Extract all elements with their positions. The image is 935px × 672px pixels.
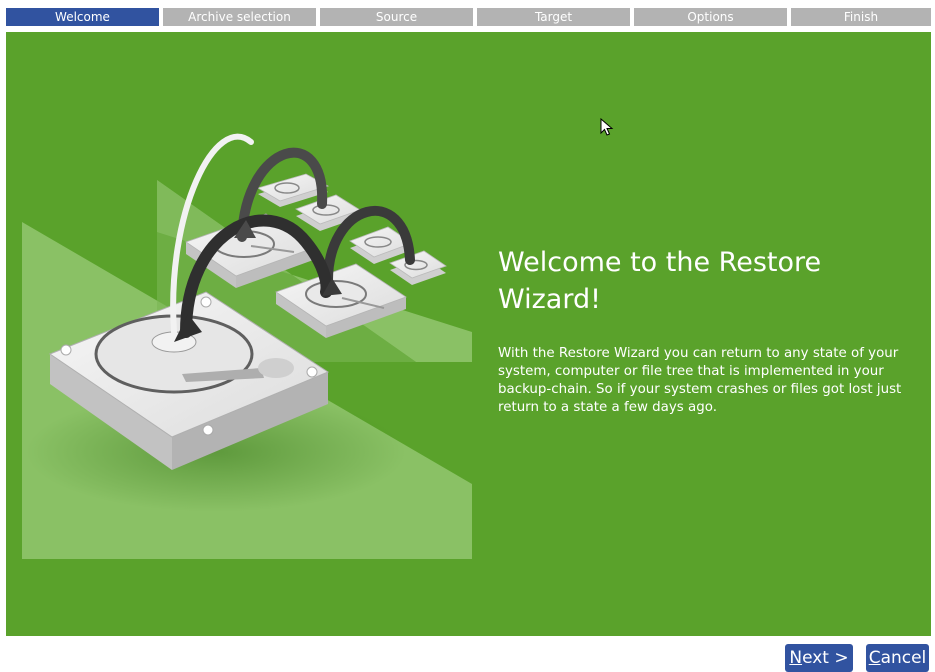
step-welcome[interactable]: Welcome [6,8,159,26]
next-mnemonic: N [789,648,803,668]
cancel-label: ancel [880,648,927,668]
hard-drives-illustration [22,133,472,559]
welcome-panel: Welcome to the Restore Wizard! With the … [6,32,931,636]
welcome-title: Welcome to the Restore Wizard! [498,247,822,315]
next-label: ext > [802,648,849,668]
welcome-description: With the Restore Wizard you can return t… [498,346,902,415]
next-button[interactable]: Next > [785,644,853,672]
step-archive-selection[interactable]: Archive selection [163,8,316,26]
step-finish[interactable]: Finish [791,8,931,26]
step-target[interactable]: Target [477,8,630,26]
cancel-button[interactable]: Cancel [866,644,929,672]
mouse-cursor-icon [600,118,614,136]
step-source[interactable]: Source [320,8,473,26]
step-options[interactable]: Options [634,8,787,26]
wizard-steps: Welcome Archive selection Source Target … [6,8,931,26]
hard-drive-icon [389,250,447,285]
cancel-mnemonic: C [868,648,881,668]
